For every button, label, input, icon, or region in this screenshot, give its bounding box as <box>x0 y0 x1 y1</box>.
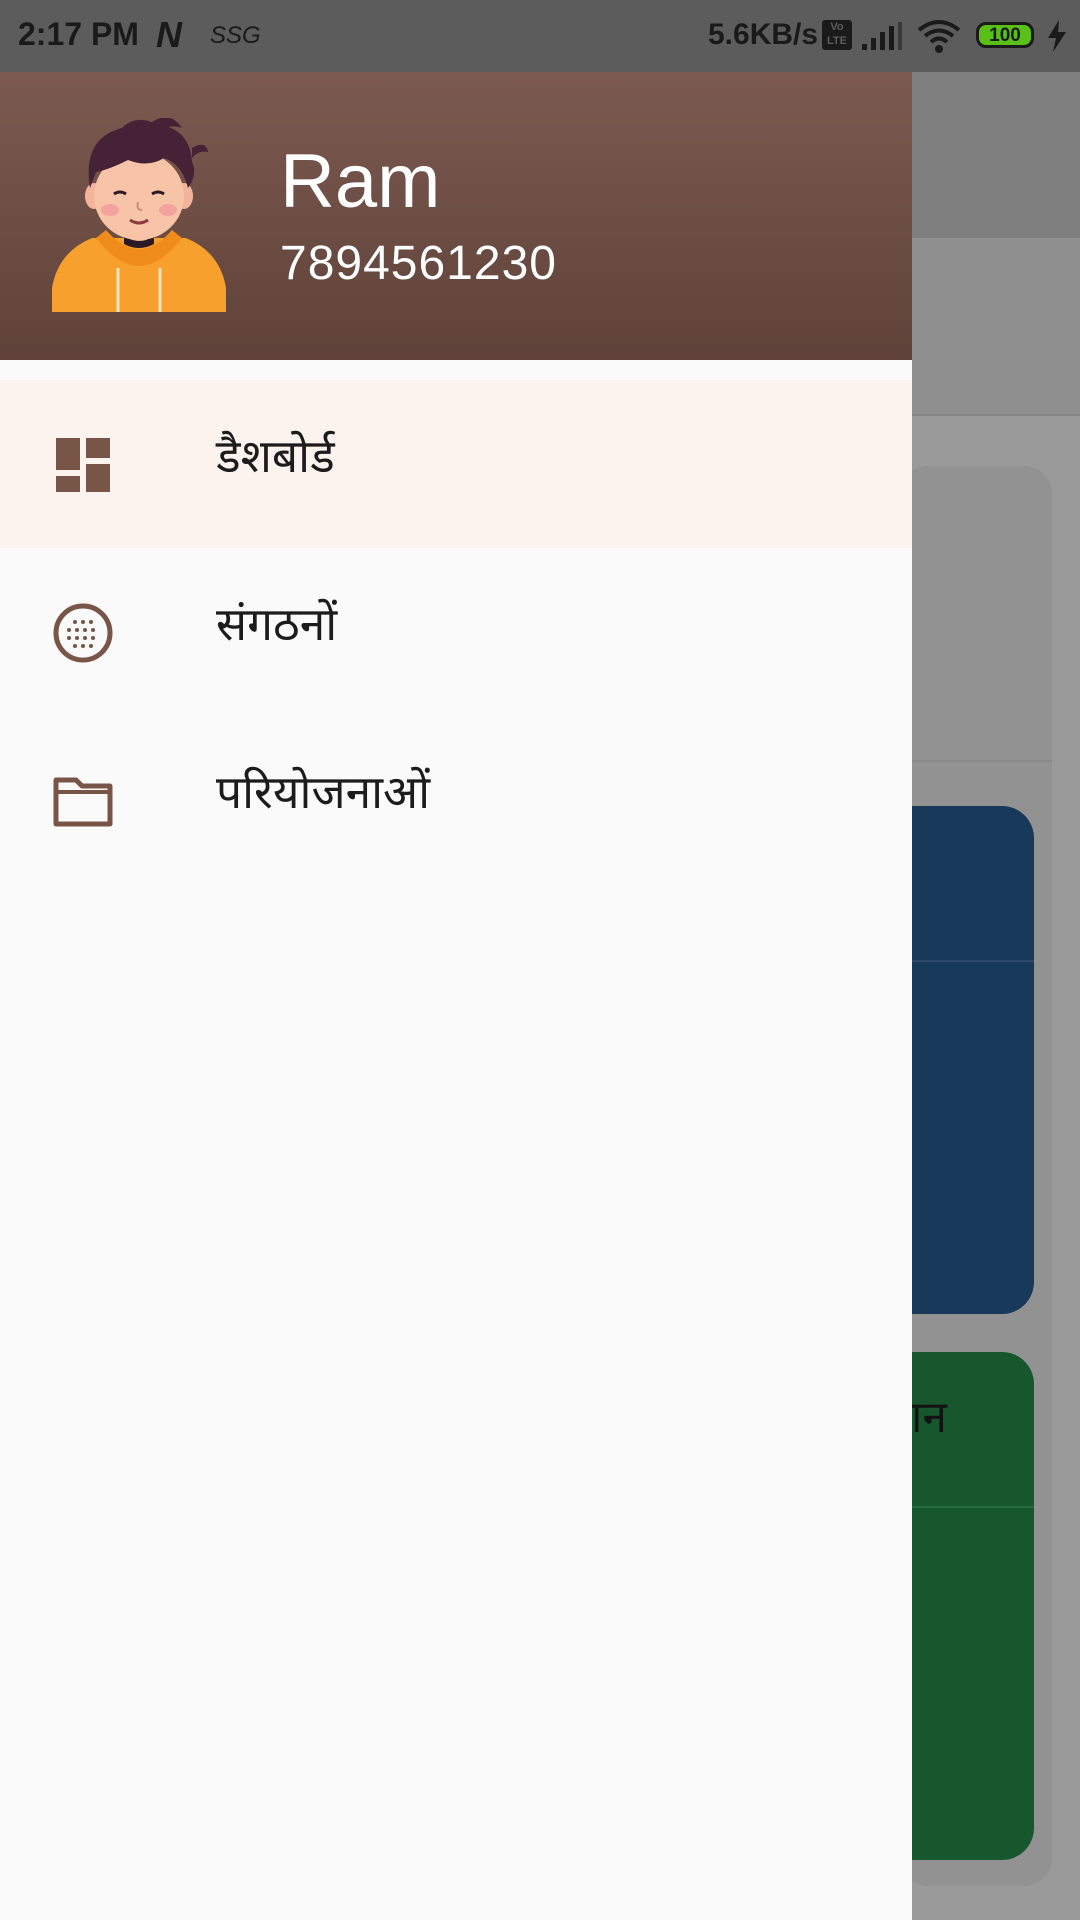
folder-icon <box>53 777 113 827</box>
navigation-drawer: Ram 7894561230 डैशबोर्ड संगठनों परियोजना… <box>0 72 912 1920</box>
wifi-icon <box>917 20 961 53</box>
user-name: Ram <box>280 139 441 224</box>
nav-item-label: डैशबोर्ड <box>216 429 335 483</box>
background-card-divider <box>900 760 1052 762</box>
user-phone: 7894561230 <box>280 237 557 290</box>
drawer-header: Ram 7894561230 <box>0 72 912 360</box>
status-time: 2:17 PM <box>18 16 139 52</box>
status-bar: 2:17 PM N SSG 5.6KB/s Vo LTE 100 <box>0 0 1080 72</box>
dashboard-icon <box>56 438 110 492</box>
battery-indicator: 100 <box>976 22 1034 48</box>
notification-n-icon: N <box>156 14 182 55</box>
nav-item-organizations[interactable]: संगठनों <box>0 548 912 716</box>
nav-item-label: संगठनों <box>216 597 338 651</box>
nav-item-dashboard[interactable]: डैशबोर्ड <box>0 380 912 548</box>
charging-icon <box>1048 20 1066 52</box>
nav-item-label: परियोजनाओं <box>216 765 431 819</box>
network-speed: 5.6KB/s <box>708 18 819 51</box>
nav-item-projects[interactable]: परियोजनाओं <box>0 716 912 884</box>
signal-icon <box>862 22 902 50</box>
volte-icon: Vo LTE <box>822 20 852 50</box>
organization-icon <box>53 603 113 663</box>
user-avatar[interactable] <box>52 118 226 312</box>
notification-ssg-icon: SSG <box>210 22 261 49</box>
